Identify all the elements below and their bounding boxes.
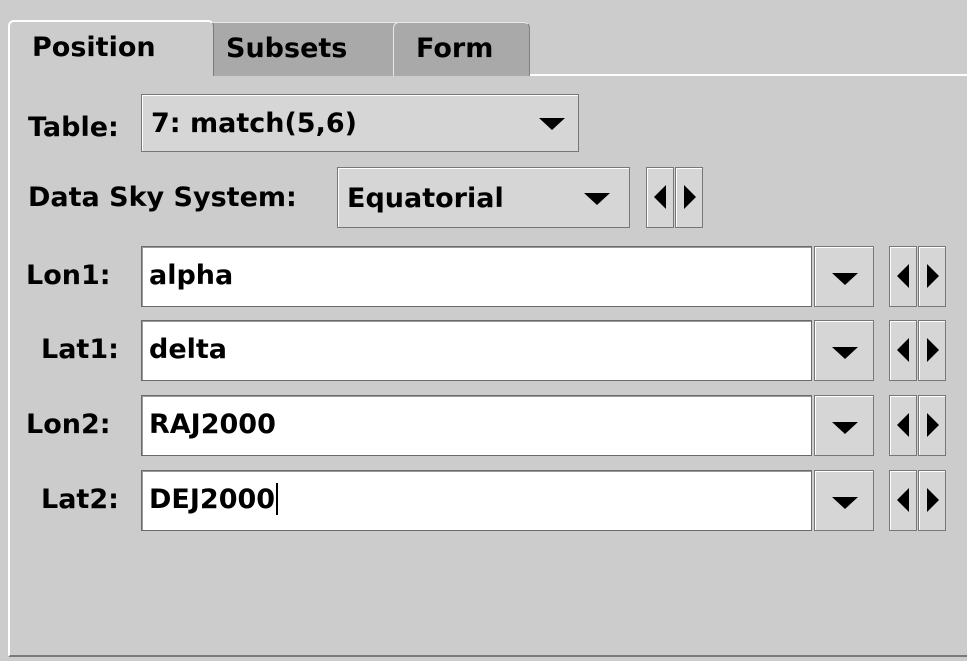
lon1-label: Lon1: [26,260,111,291]
chevron-down-icon [584,193,610,205]
chevron-down-icon [832,497,858,509]
lon2-previous-button[interactable] [889,395,917,456]
lon2-field[interactable]: RAJ2000 [141,395,812,456]
lon2-label: Lon2: [26,409,111,440]
sky-system-previous-button[interactable] [646,167,674,228]
lon1-dropdown-button[interactable] [814,246,874,307]
tab-form-label: Form [416,33,494,64]
sky-system-next-button[interactable] [675,167,703,228]
arrow-left-icon [897,264,909,288]
arrow-right-icon [927,338,939,362]
tab-position-label: Position [32,32,156,63]
arrow-left-icon [654,185,666,209]
lat1-next-button[interactable] [918,320,946,381]
lon1-next-button[interactable] [918,246,946,307]
arrow-right-icon [927,488,939,512]
arrow-right-icon [927,413,939,437]
arrow-right-icon [684,185,696,209]
tab-form[interactable]: Form [393,22,530,76]
table-select[interactable]: 7: match(5,6) [141,94,579,152]
lon2-dropdown-button[interactable] [814,395,874,456]
lat1-field-value: delta [149,334,228,365]
lat1-field[interactable]: delta [141,320,812,381]
chevron-down-icon [832,273,858,285]
lat2-dropdown-button[interactable] [814,470,874,531]
arrow-left-icon [897,488,909,512]
lat2-field-value: DEJ2000 [149,484,276,515]
sky-system-select-value: Equatorial [347,183,504,214]
arrow-right-icon [927,264,939,288]
lon2-stepper [889,395,947,456]
lat1-label: Lat1: [41,334,119,365]
lat2-next-button[interactable] [918,470,946,531]
lon1-field-value: alpha [149,260,234,291]
lat2-field-content: DEJ2000 [149,471,279,529]
lat2-field[interactable]: DEJ2000 [141,470,812,531]
text-caret [276,482,279,515]
lat2-stepper [889,470,947,531]
table-select-value: 7: match(5,6) [151,108,357,139]
arrow-left-icon [897,413,909,437]
lon2-field-value: RAJ2000 [149,409,276,440]
lat1-dropdown-button[interactable] [814,320,874,381]
chevron-down-icon [832,347,858,359]
tab-strip: Position Subsets Form [0,0,967,76]
table-label: Table: [28,112,119,143]
lon1-field[interactable]: alpha [141,246,812,307]
sky-system-select[interactable]: Equatorial [337,167,630,228]
sky-system-label: Data Sky System: [28,182,297,213]
chevron-down-icon [832,422,858,434]
lon1-stepper [889,246,947,307]
lat2-previous-button[interactable] [889,470,917,531]
tab-position[interactable]: Position [8,20,214,76]
lat1-previous-button[interactable] [889,320,917,381]
tab-subsets[interactable]: Subsets [203,22,404,76]
lat2-label: Lat2: [41,484,119,515]
lon2-next-button[interactable] [918,395,946,456]
lat1-stepper [889,320,947,381]
lon1-previous-button[interactable] [889,246,917,307]
tab-subsets-label: Subsets [226,33,348,64]
chevron-down-icon [539,118,565,130]
sky-system-stepper [646,167,704,228]
arrow-left-icon [897,338,909,362]
